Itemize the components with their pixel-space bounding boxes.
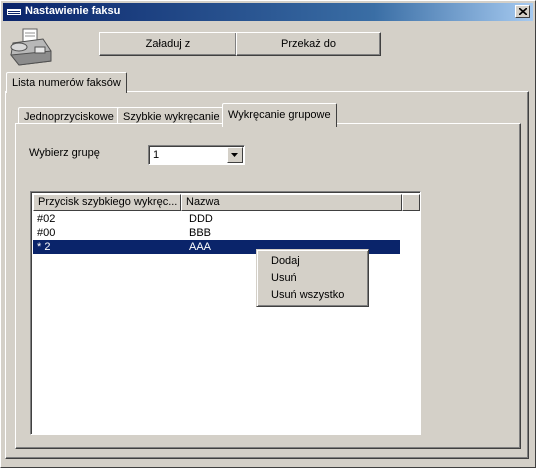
- row-key: #00: [37, 227, 56, 239]
- row-key: * 2: [37, 241, 51, 253]
- column-label: Nazwa: [186, 196, 220, 208]
- group-select-dropdown-button[interactable]: [227, 147, 243, 163]
- tab-label: Wykręcanie grupowe: [228, 109, 331, 121]
- fax-app-icon: [7, 6, 21, 18]
- tab-fax-number-list[interactable]: Lista numerów faksów: [6, 72, 127, 93]
- load-from-button[interactable]: Załaduj z: [99, 32, 237, 56]
- group-member-list[interactable]: Przycisk szybkiego wykręc... Nazwa #02 D…: [30, 191, 421, 435]
- row-key: #02: [37, 213, 56, 225]
- title-bar[interactable]: Nastawienie faksu: [3, 3, 533, 21]
- menu-item-remove[interactable]: Usuń: [260, 270, 365, 287]
- chevron-down-icon: [231, 153, 238, 157]
- send-to-button[interactable]: Przekaż do: [236, 32, 381, 56]
- context-menu: Dodaj Usuń Usuń wszystko: [256, 249, 369, 307]
- row-name: AAA: [189, 241, 212, 253]
- fax-machine-icon: [9, 27, 53, 67]
- column-label: Przycisk szybkiego wykręc...: [38, 196, 178, 208]
- tab-label: Lista numerów faksów: [12, 77, 121, 89]
- list-header: Przycisk szybkiego wykręc... Nazwa: [33, 194, 420, 211]
- menu-item-remove-all[interactable]: Usuń wszystko: [260, 287, 365, 304]
- tab-label: Szybkie wykręcanie: [123, 111, 220, 123]
- list-row[interactable]: #00 BBB: [33, 226, 400, 240]
- column-header-speed-dial-key[interactable]: Przycisk szybkiego wykręc...: [33, 194, 181, 211]
- row-name: BBB: [189, 227, 212, 239]
- tab-label: Jednoprzyciskowe: [24, 111, 114, 123]
- column-header-name[interactable]: Nazwa: [181, 194, 402, 211]
- group-select-value: 1: [153, 149, 160, 161]
- list-row[interactable]: #02 DDD: [33, 212, 400, 226]
- close-button[interactable]: [515, 5, 530, 18]
- column-header-filler: [402, 194, 420, 211]
- row-name: DDD: [189, 213, 213, 225]
- group-select-label: Wybierz grupę: [29, 147, 100, 159]
- group-select[interactable]: 1: [148, 145, 245, 165]
- tab-group-dial[interactable]: Wykręcanie grupowe: [222, 103, 337, 127]
- menu-item-add[interactable]: Dodaj: [260, 253, 365, 270]
- fax-settings-window: Nastawienie faksu Załaduj z Przekaż do L…: [0, 0, 536, 468]
- close-icon: [519, 8, 527, 15]
- window-title: Nastawienie faksu: [25, 5, 121, 17]
